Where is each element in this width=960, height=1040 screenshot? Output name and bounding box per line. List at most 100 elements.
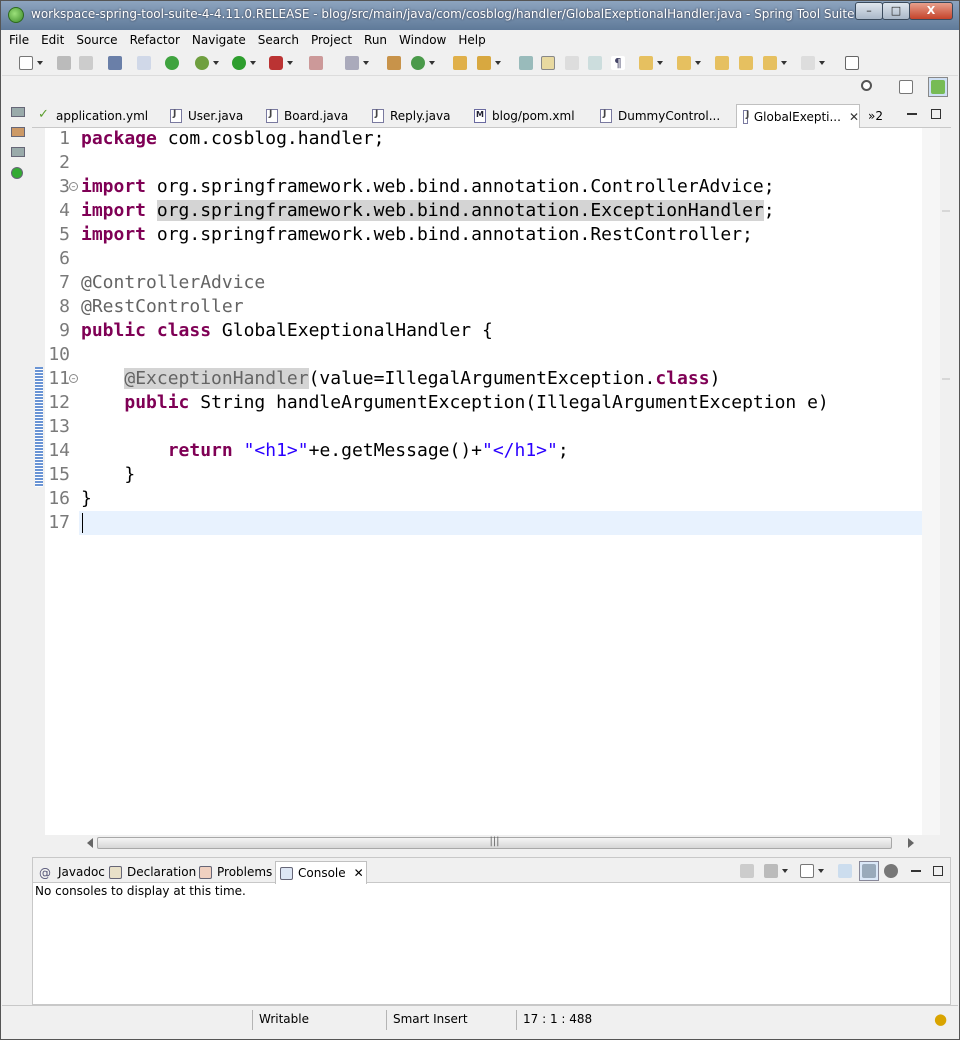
back-icon[interactable] [762, 55, 787, 71]
tab-reply-java[interactable]: Reply.java [366, 104, 450, 128]
close-tab-icon[interactable]: ✕ [849, 110, 859, 124]
menu-window[interactable]: Window [399, 31, 446, 50]
highlight-icon[interactable] [540, 55, 556, 71]
new-java-project-icon[interactable] [386, 55, 402, 71]
line-number: 8 [59, 296, 70, 317]
code-line: import org.springframework.web.bind.anno… [81, 199, 775, 223]
tab-board-java[interactable]: Board.java [260, 104, 348, 128]
java-perspective-icon[interactable] [928, 77, 948, 97]
prev-annotation-icon[interactable] [676, 55, 701, 71]
menu-navigate[interactable]: Navigate [192, 31, 246, 50]
menu-edit[interactable]: Edit [41, 31, 64, 50]
line-number: 4 [59, 200, 70, 221]
open-perspective-icon[interactable] [844, 55, 860, 71]
menu-help[interactable]: Help [458, 31, 485, 50]
tab-javadoc[interactable]: @ Javadoc [35, 861, 105, 883]
restore-view-icon-2[interactable] [11, 147, 25, 157]
minimize-editor-icon[interactable] [907, 113, 917, 115]
restore-view-icon[interactable] [11, 107, 25, 117]
string-literal: "</h1>" [482, 440, 558, 461]
run-icon[interactable] [231, 55, 256, 71]
scroll-left-arrow-icon[interactable] [82, 838, 93, 848]
next-annotation-icon[interactable] [638, 55, 663, 71]
fold-toggle-icon[interactable]: – [69, 182, 78, 191]
left-trim-stack [9, 101, 31, 191]
tab-dummy-controller[interactable]: DummyControl... [594, 104, 720, 128]
last-edit-icon[interactable] [714, 55, 730, 71]
debug-icon[interactable] [194, 55, 219, 71]
tip-lightbulb-icon[interactable]: ● [928, 1010, 947, 1030]
minimize-panel-icon[interactable] [911, 870, 921, 872]
deploy-icon[interactable] [344, 55, 369, 71]
vertical-overview-ruler[interactable] [922, 128, 950, 835]
code-text: } [124, 464, 136, 485]
scroll-right-arrow-icon[interactable] [908, 838, 919, 848]
minimize-button[interactable]: – [855, 2, 883, 20]
boot-dashboard-icon-side[interactable] [11, 167, 23, 179]
quick-access-search-icon[interactable] [860, 79, 876, 95]
menu-source[interactable]: Source [76, 31, 117, 50]
fold-toggle-icon[interactable]: – [69, 374, 78, 383]
toggle-mark-icon[interactable] [518, 55, 534, 71]
maximize-editor-icon[interactable] [931, 109, 941, 119]
bottom-tab-bar: @ Javadoc Declaration Problems Console ✕ [33, 858, 950, 884]
ansi-console-icon[interactable] [859, 861, 879, 881]
status-insert-mode: Smart Insert [386, 1010, 514, 1030]
code-text: org.springframework.web.bind.annotation.… [146, 224, 753, 245]
skip-breakpoints-icon[interactable] [136, 55, 152, 71]
tab-declaration[interactable]: Declaration [105, 861, 196, 883]
tab-pom-xml[interactable]: blog/pom.xml [468, 104, 575, 128]
keyword: public [81, 320, 147, 341]
line-number: 16 [48, 488, 70, 509]
pin-console-icon[interactable] [739, 863, 755, 879]
title-bar[interactable]: workspace-spring-tool-suite-4-4.11.0.REL… [1, 1, 959, 30]
new-class-icon[interactable] [410, 55, 435, 71]
stop-icon[interactable] [308, 55, 324, 71]
menu-run[interactable]: Run [364, 31, 387, 50]
code-line: import org.springframework.web.bind.anno… [81, 223, 753, 247]
menu-search[interactable]: Search [258, 31, 299, 50]
maximize-panel-icon[interactable] [933, 866, 943, 876]
run-external-icon[interactable] [268, 55, 293, 71]
highlighted-occurrence: ExceptionHandler [135, 368, 309, 389]
new-file-icon[interactable] [18, 55, 43, 71]
close-button[interactable]: X [909, 2, 953, 20]
settings-gear-icon[interactable] [883, 863, 899, 879]
open-type-icon[interactable] [452, 55, 468, 71]
tab-console[interactable]: Console ✕ [275, 861, 367, 884]
forward-icon[interactable] [800, 55, 825, 71]
close-tab-icon[interactable]: ✕ [354, 866, 364, 880]
maximize-button[interactable]: □ [882, 2, 910, 20]
tab-problems[interactable]: Problems [195, 861, 272, 883]
display-console-icon[interactable] [763, 863, 788, 879]
horizontal-scrollbar[interactable]: ||| [79, 835, 922, 852]
tab-user-java[interactable]: User.java [164, 104, 243, 128]
show-whitespace-icon[interactable]: ¶ [610, 55, 626, 71]
tab-application-yml[interactable]: ✓ application.yml [32, 104, 148, 128]
open-console-button-icon[interactable] [799, 863, 824, 879]
current-line-highlight [79, 511, 922, 535]
forward-edit-icon[interactable] [738, 55, 754, 71]
save-all-icon[interactable] [78, 55, 94, 71]
change-marker-bar [35, 367, 43, 487]
tab-overflow[interactable]: »2 [862, 104, 883, 128]
search-tool-icon[interactable] [476, 55, 501, 71]
scrollbar-thumb[interactable]: ||| [97, 837, 892, 849]
tab-global-exeptional-handler[interactable]: GlobalExepti... ✕ [736, 104, 860, 129]
menu-refactor[interactable]: Refactor [130, 31, 180, 50]
open-console-icon[interactable] [107, 55, 123, 71]
menu-file[interactable]: File [9, 31, 29, 50]
copy-icon[interactable] [837, 863, 853, 879]
open-perspective-button-icon[interactable] [898, 79, 914, 95]
save-icon[interactable] [56, 55, 72, 71]
code-text: String handleArgumentException(IllegalAr… [189, 392, 829, 413]
window-title: workspace-spring-tool-suite-4-4.11.0.REL… [31, 7, 866, 21]
menu-project[interactable]: Project [311, 31, 352, 50]
package-explorer-icon[interactable] [11, 127, 25, 137]
show-source-icon[interactable] [587, 55, 603, 71]
block-select-icon[interactable] [564, 55, 580, 71]
tab-label: GlobalExepti... [753, 110, 841, 124]
keyword: import [81, 224, 147, 245]
line-number: 7 [59, 272, 70, 293]
boot-dashboard-icon[interactable] [164, 55, 180, 71]
